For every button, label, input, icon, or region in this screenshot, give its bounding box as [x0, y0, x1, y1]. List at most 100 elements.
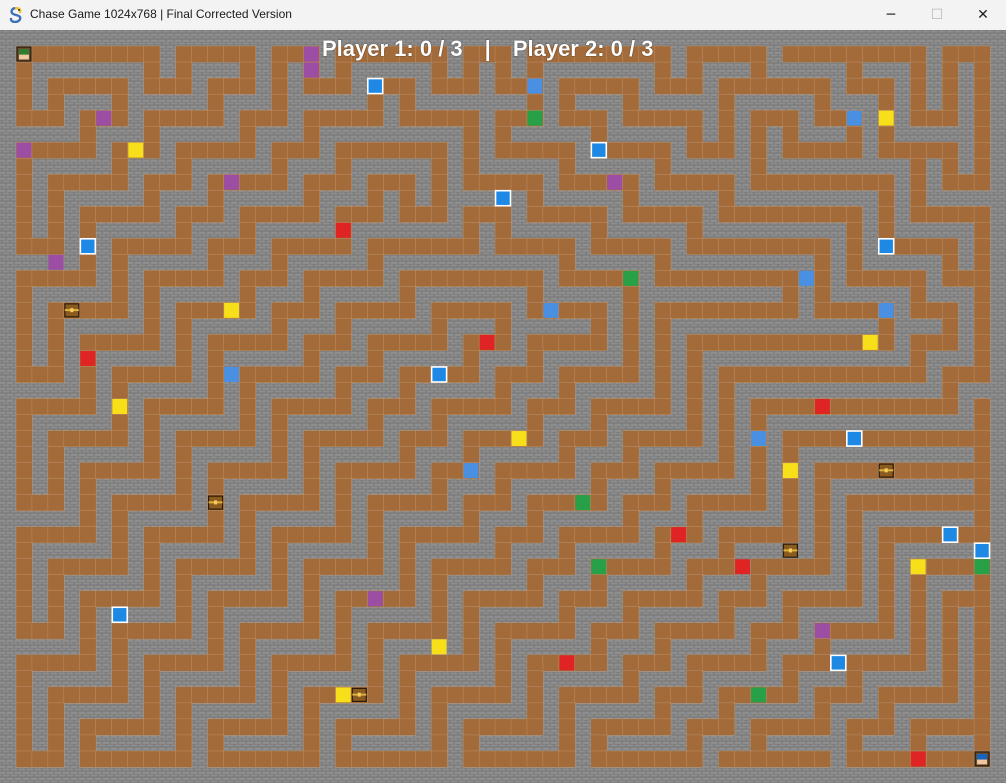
floor-tile — [654, 526, 672, 544]
purple-gem — [303, 46, 319, 62]
blue-gem — [463, 463, 479, 479]
floor-tile — [526, 718, 544, 736]
floor-tile — [223, 141, 241, 159]
minimize-button[interactable]: ─ — [868, 0, 914, 30]
yellow-gem — [511, 431, 527, 447]
floor-tile — [47, 750, 65, 768]
floor-tile — [239, 510, 256, 528]
floor-tile — [207, 174, 225, 191]
floor-tile — [127, 366, 145, 383]
close-button[interactable]: ✕ — [960, 0, 1006, 30]
floor-tile — [143, 286, 161, 303]
floor-tile — [335, 494, 352, 512]
floor-tile — [638, 654, 656, 672]
floor-tile — [862, 174, 879, 191]
floor-tile — [941, 254, 959, 271]
floor-tile — [143, 398, 161, 415]
floor-tile — [127, 206, 145, 223]
floor-tile — [47, 366, 65, 383]
floor-tile — [654, 45, 672, 63]
floor-tile — [670, 109, 688, 127]
floor-tile — [367, 558, 384, 576]
game-canvas[interactable]: Player 1: 0 / 3 | Player 2: 0 / 3 — [0, 30, 1006, 783]
floor-tile — [654, 77, 672, 95]
floor-tile — [941, 366, 959, 383]
floor-tile — [973, 334, 991, 351]
floor-tile — [782, 77, 799, 95]
blue-bright-gem — [846, 430, 863, 447]
floor-tile — [287, 366, 304, 383]
floor-tile — [494, 718, 512, 736]
floor-tile — [957, 174, 975, 191]
floor-tile — [558, 446, 576, 464]
floor-tile — [878, 606, 895, 624]
floor-tile — [846, 574, 863, 592]
floor-tile — [878, 430, 895, 448]
floor-tile — [47, 558, 65, 576]
floor-tile — [798, 430, 815, 448]
floor-tile — [718, 206, 736, 223]
floor-tile — [878, 270, 895, 287]
floor-tile — [878, 526, 895, 544]
floor-tile — [271, 206, 288, 223]
floor-tile — [750, 462, 767, 480]
floor-tile — [271, 45, 288, 63]
floor-tile — [686, 750, 704, 768]
floor-tile — [510, 526, 528, 544]
floor-tile — [367, 398, 384, 415]
floor-tile — [526, 510, 544, 528]
floor-tile — [207, 270, 225, 287]
floor-tile — [159, 238, 177, 255]
floor-tile — [846, 558, 863, 576]
treasure-chest-icon — [351, 687, 367, 702]
floor-tile — [526, 366, 544, 383]
floor-tile — [207, 510, 225, 528]
floor-tile — [271, 109, 288, 127]
floor-tile — [686, 734, 704, 752]
score-hud: Player 1: 0 / 3 | Player 2: 0 / 3 — [322, 36, 653, 66]
floor-tile — [638, 109, 656, 127]
floor-tile — [271, 366, 288, 383]
maximize-button[interactable]: ☐ — [914, 0, 960, 30]
floor-tile — [335, 510, 352, 528]
floor-tile — [558, 590, 576, 608]
floor-tile — [718, 270, 736, 287]
floor-tile — [973, 734, 991, 752]
floor-tile — [111, 750, 129, 768]
floor-tile — [271, 750, 288, 768]
floor-tile — [558, 157, 576, 175]
floor-tile — [143, 334, 161, 351]
floor-tile — [686, 141, 704, 159]
floor-tile — [510, 750, 528, 768]
floor-tile — [303, 478, 320, 496]
floor-tile — [47, 494, 65, 512]
blue-gem — [543, 302, 559, 318]
floor-tile — [335, 590, 352, 608]
floor-tile — [766, 398, 783, 415]
floor-tile — [15, 494, 33, 512]
floor-tile — [335, 606, 352, 624]
floor-tile — [686, 494, 704, 512]
floor-tile — [846, 542, 863, 560]
floor-tile — [606, 270, 624, 287]
floor-tile — [239, 125, 256, 143]
floor-tile — [606, 398, 624, 415]
floor-tile — [462, 238, 480, 255]
floor-tile — [510, 77, 528, 95]
floor-tile — [303, 462, 320, 480]
floor-tile — [622, 174, 640, 191]
floor-tile — [446, 558, 464, 576]
floor-tile — [558, 526, 576, 544]
floor-tile — [878, 222, 895, 239]
floor-tile — [191, 686, 209, 704]
floor-tile — [175, 462, 193, 480]
floor-tile — [239, 77, 256, 95]
title-bar[interactable]: Chase Game 1024x768 | Final Corrected Ve… — [0, 0, 1006, 30]
green-gem — [623, 270, 639, 286]
floor-tile — [319, 334, 336, 351]
floor-tile — [271, 414, 288, 432]
floor-tile — [862, 77, 879, 95]
floor-tile — [846, 526, 863, 544]
floor-tile — [702, 462, 720, 480]
floor-tile — [670, 302, 688, 319]
